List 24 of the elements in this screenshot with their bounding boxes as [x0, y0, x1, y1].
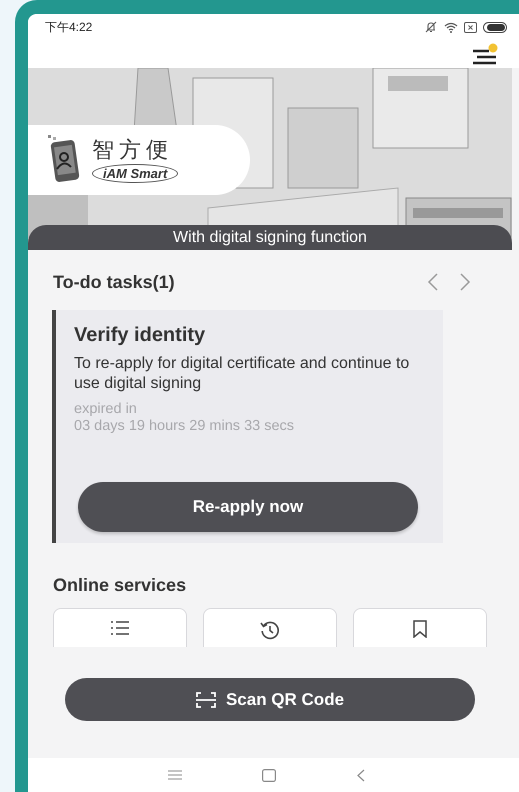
- task-description: To re-apply for digital certificate and continue to use digital signing: [74, 354, 410, 394]
- battery-icon: [483, 22, 507, 32]
- next-icon[interactable]: [459, 273, 471, 291]
- section-title: To-do tasks(1): [53, 272, 175, 292]
- scan-qr-button[interactable]: Scan QR Code: [65, 678, 475, 721]
- history-icon: [260, 620, 280, 640]
- logo-english-text: iAM Smart: [92, 164, 178, 182]
- logo-chinese-text: 智方便: [92, 138, 173, 164]
- wifi-icon: [444, 22, 458, 32]
- home-icon[interactable]: [262, 768, 276, 782]
- back-icon[interactable]: [356, 768, 365, 782]
- expiry-countdown: 03 days 19 hours 29 mins 33 secs: [74, 418, 296, 435]
- previous-icon[interactable]: [427, 273, 439, 291]
- reapply-button[interactable]: Re-apply now: [78, 482, 418, 532]
- scan-icon: [196, 692, 216, 708]
- section-title: Online services: [53, 575, 188, 596]
- task-title: Verify identity: [74, 324, 206, 347]
- bookmark-icon: [413, 620, 427, 638]
- expiry-label: expired in: [74, 401, 138, 418]
- mute-icon: [424, 21, 438, 33]
- list-icon: [111, 620, 129, 636]
- status-time: 下午4:22: [45, 18, 92, 36]
- sim-icon: [464, 22, 477, 32]
- caption-banner: With digital signing function: [28, 225, 512, 250]
